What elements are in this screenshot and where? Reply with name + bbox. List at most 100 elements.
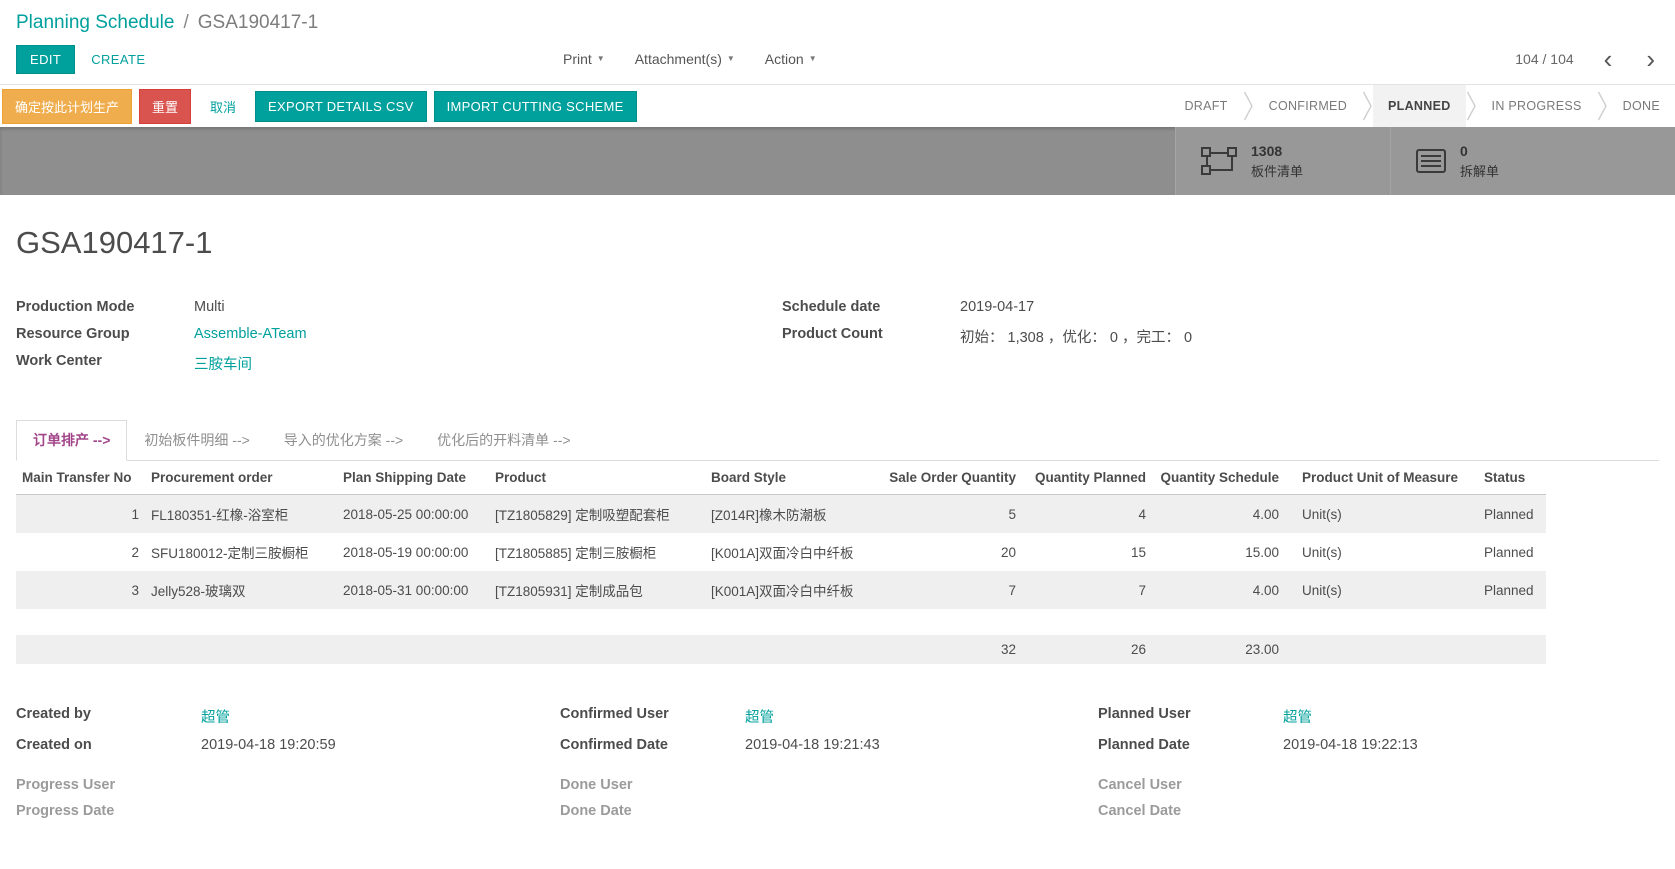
planned-user-link[interactable]: 超管 xyxy=(1283,706,1312,727)
field-created-on: Created on 2019-04-18 19:20:59 xyxy=(16,737,560,753)
resource-group-link[interactable]: Assemble-ATeam xyxy=(194,326,307,342)
tab-order-scheduling[interactable]: 订单排产 --> xyxy=(16,420,127,461)
caret-down-icon: ▼ xyxy=(597,55,605,63)
print-menu[interactable]: Print ▼ xyxy=(563,51,605,67)
cell-status: Planned xyxy=(1478,571,1546,609)
pager-next-button[interactable]: › xyxy=(1642,49,1659,69)
field-group-right: Schedule date 2019-04-17 Product Count 初… xyxy=(782,299,1659,385)
created-on-label: Created on xyxy=(16,737,201,753)
stat-button-teardown-orders[interactable]: 0 拆解单 xyxy=(1390,127,1675,195)
table-totals-row: 32 26 23.00 xyxy=(16,635,1546,664)
status-step-planned[interactable]: PLANNED xyxy=(1373,85,1466,127)
col-header-quantity-planned[interactable]: Quantity Planned xyxy=(1022,461,1152,495)
resource-group-label: Resource Group xyxy=(16,326,194,342)
form-sheet: GSA190417-1 Production Mode Multi Resour… xyxy=(0,225,1675,829)
table-header-row: Main Transfer No Procurement order Plan … xyxy=(16,461,1546,495)
cell-plan-shipping-date: 2018-05-31 00:00:00 xyxy=(337,571,489,609)
planned-date-label: Planned Date xyxy=(1098,737,1283,753)
table-row[interactable]: 1 FL180351-红橡-浴室柜 2018-05-25 00:00:00 [T… xyxy=(16,495,1546,534)
schedule-date-value: 2019-04-17 xyxy=(960,299,1034,315)
total-sale-order-quantity: 32 xyxy=(875,635,1022,664)
status-chevron-icon xyxy=(1362,85,1373,127)
cell-product-uom: Unit(s) xyxy=(1285,571,1478,609)
import-cutting-scheme-button[interactable]: IMPORT CUTTING SCHEME xyxy=(434,91,637,122)
control-panel: EDIT CREATE Print ▼ Attachment(s) ▼ Acti… xyxy=(0,34,1675,84)
production-mode-value: Multi xyxy=(194,299,225,315)
cell-main-transfer-no: 1 xyxy=(16,495,145,534)
planned-date-value: 2019-04-18 19:22:13 xyxy=(1283,737,1418,753)
field-group-left: Production Mode Multi Resource Group Ass… xyxy=(16,299,782,385)
total-quantity-schedule: 23.00 xyxy=(1152,635,1285,664)
tab-initial-board-detail[interactable]: 初始板件明细 --> xyxy=(127,420,266,461)
cell-sale-order-quantity: 20 xyxy=(875,533,1022,571)
col-header-board-style[interactable]: Board Style xyxy=(705,461,875,495)
tab-imported-optimization-plan[interactable]: 导入的优化方案 --> xyxy=(267,420,420,461)
status-step-confirmed[interactable]: CONFIRMED xyxy=(1254,85,1362,127)
cell-status: Planned xyxy=(1478,533,1546,571)
col-header-main-transfer-no[interactable]: Main Transfer No xyxy=(16,461,145,495)
tab-optimized-cutting-list[interactable]: 优化后的开料清单 --> xyxy=(420,420,587,461)
action-menu[interactable]: Action ▼ xyxy=(765,51,817,67)
breadcrumb-record-name: GSA190417-1 xyxy=(198,12,318,34)
col-header-sale-order-quantity[interactable]: Sale Order Quantity xyxy=(875,461,1022,495)
cell-procurement-order: FL180351-红橡-浴室柜 xyxy=(145,495,337,534)
total-quantity-planned: 26 xyxy=(1022,635,1152,664)
production-mode-label: Production Mode xyxy=(16,299,194,315)
export-details-csv-button[interactable]: EXPORT DETAILS CSV xyxy=(255,91,427,122)
cell-sale-order-quantity: 5 xyxy=(875,495,1022,534)
audit-column-created: Created by 超管 Created on 2019-04-18 19:2… xyxy=(16,706,560,829)
col-header-quantity-schedule[interactable]: Quantity Schedule xyxy=(1152,461,1285,495)
confirmed-user-link[interactable]: 超管 xyxy=(745,706,774,727)
status-step-done[interactable]: DONE xyxy=(1608,85,1675,127)
field-progress-date: Progress Date xyxy=(16,803,560,819)
status-chevron-icon xyxy=(1597,85,1608,127)
status-step-in-progress[interactable]: IN PROGRESS xyxy=(1477,85,1597,127)
breadcrumb-planning-schedule-link[interactable]: Planning Schedule xyxy=(16,12,174,34)
progress-user-label: Progress User xyxy=(16,777,201,793)
confirm-production-button[interactable]: 确定按此计划生产 xyxy=(2,89,132,124)
cancel-date-label: Cancel Date xyxy=(1098,803,1283,819)
status-step-draft[interactable]: DRAFT xyxy=(1169,85,1242,127)
reset-button[interactable]: 重置 xyxy=(139,89,191,124)
created-by-label: Created by xyxy=(16,706,201,727)
field-work-center: Work Center 三胺车间 xyxy=(16,353,782,374)
cell-quantity-planned: 7 xyxy=(1022,571,1152,609)
work-center-link[interactable]: 三胺车间 xyxy=(194,353,252,374)
action-button-bar: 确定按此计划生产 重置 取消 EXPORT DETAILS CSV IMPORT… xyxy=(0,84,1675,127)
confirmed-user-label: Confirmed User xyxy=(560,706,745,727)
col-header-procurement-order[interactable]: Procurement order xyxy=(145,461,337,495)
done-user-label: Done User xyxy=(560,777,745,793)
header-band: 1308 板件清单 0 拆解单 xyxy=(0,127,1675,195)
teardown-count: 0 xyxy=(1460,143,1499,159)
status-bar: DRAFT CONFIRMED PLANNED IN PROGRESS DONE xyxy=(1169,85,1675,127)
cancel-button[interactable]: 取消 xyxy=(198,90,248,123)
cell-quantity-schedule: 15.00 xyxy=(1152,533,1285,571)
table-row[interactable]: 3 Jelly528-玻璃双 2018-05-31 00:00:00 [TZ18… xyxy=(16,571,1546,609)
created-on-value: 2019-04-18 19:20:59 xyxy=(201,737,336,753)
field-cancel-user: Cancel User xyxy=(1098,777,1659,793)
table-row[interactable]: 2 SFU180012-定制三胺橱柜 2018-05-19 00:00:00 [… xyxy=(16,533,1546,571)
stat-button-board-list[interactable]: 1308 板件清单 xyxy=(1175,127,1390,195)
cell-quantity-schedule: 4.00 xyxy=(1152,571,1285,609)
create-button[interactable]: CREATE xyxy=(91,52,145,67)
col-header-product[interactable]: Product xyxy=(489,461,705,495)
created-by-link[interactable]: 超管 xyxy=(201,706,230,727)
attachments-menu[interactable]: Attachment(s) ▼ xyxy=(635,51,735,67)
cell-board-style: [Z014R]橡木防潮板 xyxy=(705,495,875,534)
field-schedule-date: Schedule date 2019-04-17 xyxy=(782,299,1659,315)
pager-previous-button[interactable]: ‹ xyxy=(1600,49,1617,69)
cell-sale-order-quantity: 7 xyxy=(875,571,1022,609)
col-header-plan-shipping-date[interactable]: Plan Shipping Date xyxy=(337,461,489,495)
list-document-icon xyxy=(1415,147,1447,175)
cell-quantity-schedule: 4.00 xyxy=(1152,495,1285,534)
board-list-label: 板件清单 xyxy=(1251,161,1303,180)
col-header-status[interactable]: Status xyxy=(1478,461,1546,495)
planned-user-label: Planned User xyxy=(1098,706,1283,727)
field-planned-user: Planned User 超管 xyxy=(1098,706,1659,727)
product-count-value: 初始： 1,308 ，优化： 0 ，完工： 0 xyxy=(960,326,1192,347)
field-cancel-date: Cancel Date xyxy=(1098,803,1659,819)
cell-product-uom: Unit(s) xyxy=(1285,495,1478,534)
edit-button[interactable]: EDIT xyxy=(16,45,75,74)
cell-main-transfer-no: 3 xyxy=(16,571,145,609)
col-header-product-uom[interactable]: Product Unit of Measure xyxy=(1285,461,1478,495)
